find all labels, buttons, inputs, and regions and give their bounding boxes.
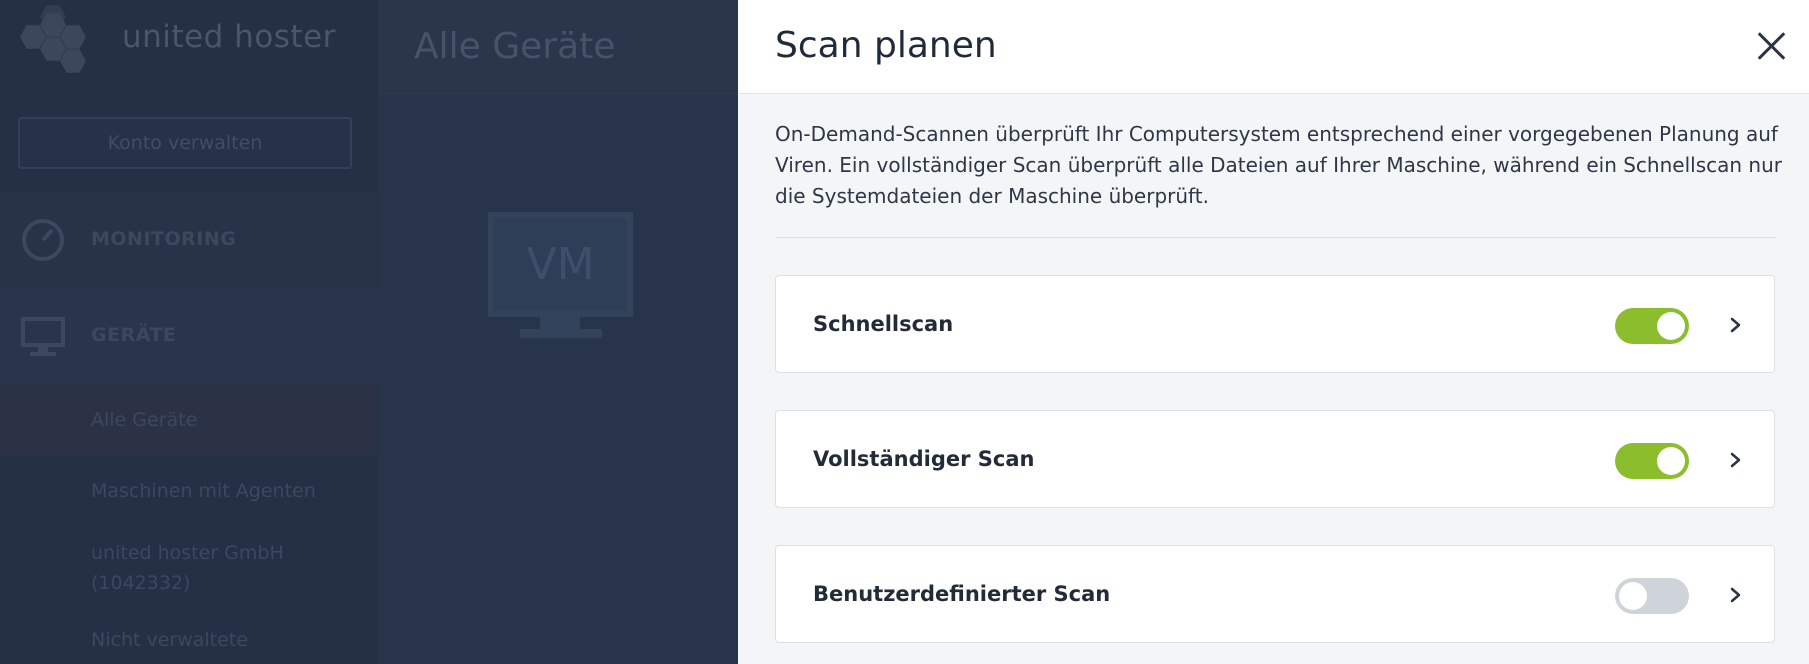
scan-row-quick[interactable]: Schnellscan [775,275,1775,373]
toggle-knob [1657,447,1685,475]
custom-scan-toggle[interactable] [1615,578,1689,614]
schedule-scan-panel: Scan planen On-Demand-Scannen überprüft … [738,0,1809,664]
chevron-right-icon[interactable] [1727,580,1745,610]
sidebar-item-label: MONITORING [91,228,237,250]
brand-logo: united hoster [20,4,336,73]
close-icon[interactable] [1754,28,1788,62]
vm-label: VM [526,239,595,290]
scan-label: Benutzerdefinierter Scan [813,582,1111,606]
vm-stand [540,317,580,329]
chevron-right-icon[interactable] [1727,445,1745,475]
scan-row-custom[interactable]: Benutzerdefinierter Scan [775,545,1775,643]
quick-scan-toggle[interactable] [1615,308,1689,344]
subnav-item-unmanaged: Nicht verwaltete [91,629,248,651]
panel-description: On-Demand-Scannen überprüft Ihr Computer… [775,122,1782,208]
scan-row-full[interactable]: Vollständiger Scan [775,410,1775,508]
vm-base [520,329,602,338]
subnav-item-all-devices: Alle Geräte [91,409,198,431]
toggle-knob [1619,582,1647,610]
sidebar-subnav: Alle Geräte Maschinen mit Agenten united… [0,385,378,664]
monitor-icon [21,317,65,356]
sidebar-item-label: GERÄTE [91,324,177,346]
panel-title: Scan planen [775,25,997,66]
vm-device-icon: VM [488,212,633,317]
logo-hex-icon [20,4,88,73]
sidebar-item-monitoring: MONITORING [0,192,378,288]
page-title: Alle Geräte [414,26,616,67]
chevron-right-icon[interactable] [1727,310,1745,340]
sidebar: united hoster Konto verwalten MONITORING… [0,0,378,664]
subnav-item-company: united hoster GmbH (1042332) [91,542,284,594]
subnav-item-machines-with-agents: Maschinen mit Agenten [91,480,316,502]
panel-header: Scan planen [738,0,1809,94]
toggle-knob [1657,312,1685,340]
scan-label: Schnellscan [813,312,954,336]
full-scan-toggle[interactable] [1615,443,1689,479]
speedometer-icon [22,219,64,261]
sidebar-item-devices: GERÄTE [0,288,378,384]
brand-name: united hoster [122,19,336,55]
scan-label: Vollständiger Scan [813,447,1035,471]
divider [775,237,1775,238]
manage-account-button: Konto verwalten [18,117,352,169]
